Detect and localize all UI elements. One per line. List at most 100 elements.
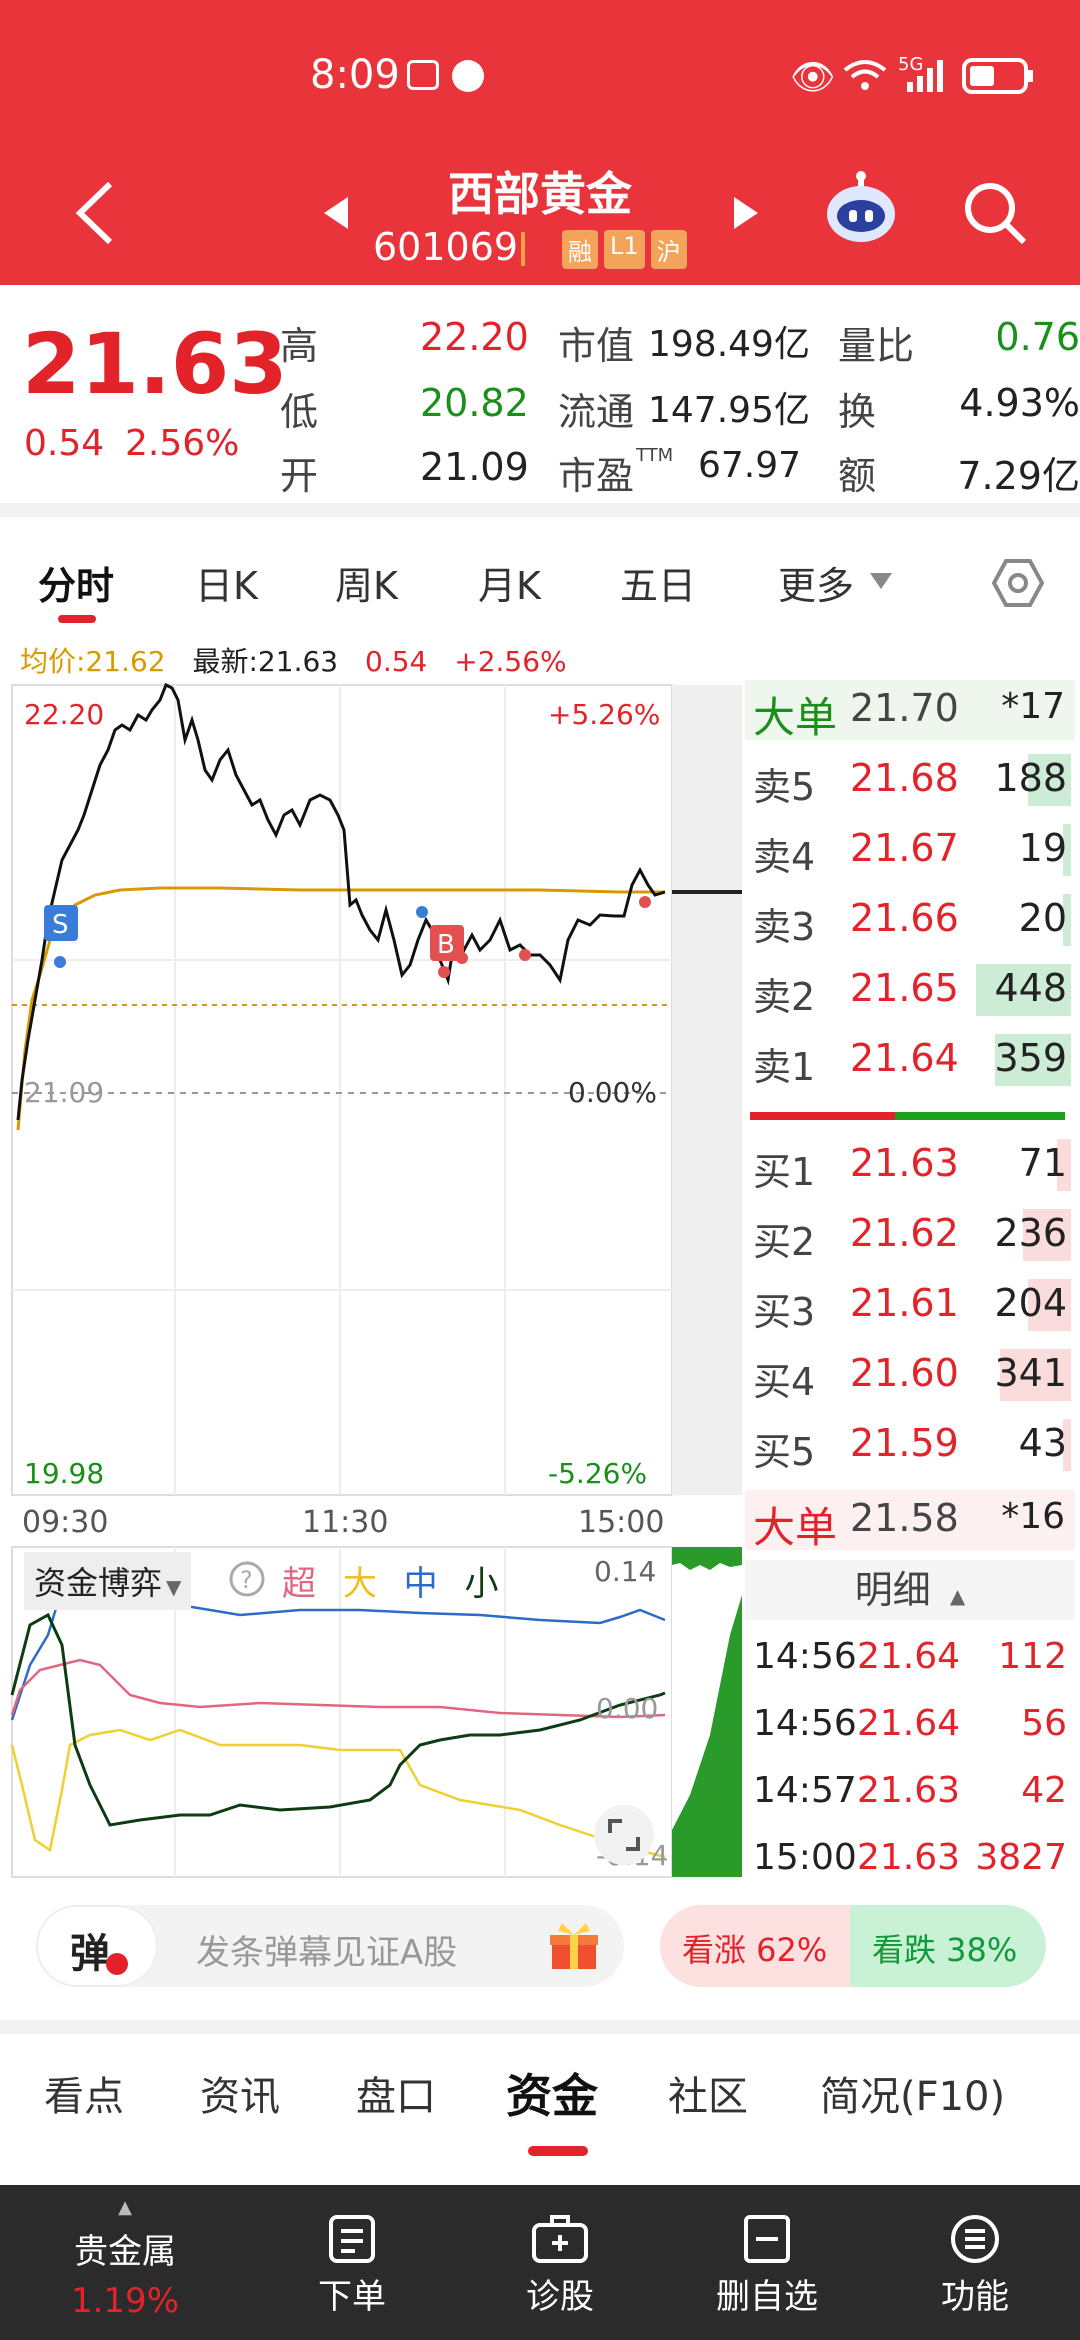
tab-f10[interactable]: 简况(F10) <box>820 2064 1005 2122</box>
pe-ttm-label: TTM <box>636 445 674 466</box>
trade-price: 21.63 <box>857 1770 961 1811</box>
order-level-row: 买3 21.61 204 <box>745 1275 1075 1335</box>
nav-diagnose[interactable]: 诊股 <box>470 2185 650 2340</box>
status-time: 8:09 <box>310 52 400 98</box>
expand-button[interactable] <box>594 1805 654 1865</box>
app-notification-icon <box>407 60 439 90</box>
level-price: 21.61 <box>850 1281 959 1325</box>
tab-five-day[interactable]: 五日 <box>620 555 696 610</box>
level-label: 卖1 <box>753 1045 816 1089</box>
legend-small: 小 <box>464 1564 499 1604</box>
order-level-row: 买1 21.63 71 <box>745 1135 1075 1195</box>
danmu-toggle[interactable]: 弹 <box>36 1905 158 1987</box>
order-level-row: 卖5 21.68 188 <box>745 750 1075 810</box>
level-label: 卖2 <box>753 975 816 1019</box>
pe-value: 67.97 <box>698 445 802 486</box>
trade-volume: 112 <box>998 1636 1067 1677</box>
level-price: 21.65 <box>850 966 959 1010</box>
level-volume: 204 <box>994 1281 1067 1325</box>
big-buy-label: 大单 <box>753 1503 838 1552</box>
wifi-icon <box>843 60 887 90</box>
tab-news[interactable]: 资讯 <box>200 2064 280 2122</box>
remove-watch-icon <box>744 2215 790 2263</box>
vote-down-button[interactable]: 看跌 38% <box>850 1905 1046 1987</box>
level-label: 买3 <box>753 1290 816 1334</box>
level-label: 卖5 <box>753 765 816 809</box>
tab-weekly[interactable]: 周K <box>335 555 398 610</box>
tab-highlights[interactable]: 看点 <box>44 2064 124 2122</box>
gift-icon[interactable] <box>548 1921 600 1973</box>
tag-margin: 融 <box>562 230 598 269</box>
y-low-label: 19.98 <box>24 1457 104 1490</box>
settings-icon[interactable] <box>992 557 1044 609</box>
trade-time: 14:56 <box>753 1703 857 1744</box>
vote-up-button[interactable]: 看涨 62% <box>660 1905 860 1987</box>
battery-icon <box>962 58 1033 94</box>
tab-indicator <box>528 2146 588 2156</box>
level-volume: 236 <box>994 1211 1067 1255</box>
nav-remove-watch[interactable]: 删自选 <box>677 2185 857 2340</box>
nav-remove-watch-label: 删自选 <box>716 2277 818 2317</box>
legend-super: 超 <box>282 1564 316 1604</box>
detail-header[interactable]: 明细 ▲ <box>745 1560 1075 1620</box>
tab-more[interactable]: 更多 <box>778 555 854 610</box>
big-sell-row: 大单 21.70 *17 <box>745 680 1075 742</box>
tab-level2[interactable]: 盘口 <box>356 2064 436 2122</box>
browser-notification-icon <box>452 60 484 92</box>
price-change: 0.54 <box>24 423 105 464</box>
tab-intraday[interactable]: 分时 <box>38 555 114 610</box>
section-gap <box>0 503 1080 517</box>
next-stock-icon[interactable] <box>732 195 762 231</box>
trade-price: 21.64 <box>857 1703 961 1744</box>
nav-functions[interactable]: 功能 <box>885 2185 1065 2340</box>
trade-row: 15:00 21.63 3827 <box>745 1831 1075 1891</box>
tab-community[interactable]: 社区 <box>668 2064 748 2122</box>
open-label: 开 <box>280 454 319 498</box>
svg-text:?: ? <box>240 1566 253 1594</box>
low-label: 低 <box>280 390 319 434</box>
level-label: 买2 <box>753 1220 816 1264</box>
level-volume: 71 <box>1018 1141 1067 1185</box>
stock-code: 601069 <box>373 225 519 269</box>
search-icon[interactable] <box>962 180 1028 246</box>
tab-funds[interactable]: 资金 <box>506 2060 598 2126</box>
content-tabs: 看点 资讯 盘口 资金 社区 简况(F10) <box>0 2020 1080 2156</box>
legend-medium: 中 <box>403 1564 438 1604</box>
order-level-row: 买2 21.62 236 <box>745 1205 1075 1265</box>
back-icon[interactable] <box>70 180 120 246</box>
level-price: 21.64 <box>850 1036 959 1080</box>
level-price: 21.68 <box>850 756 959 800</box>
fund-y-mid: 0.00 <box>596 1692 658 1725</box>
x-label-noon: 11:30 <box>302 1505 389 1540</box>
level-price: 21.66 <box>850 896 959 940</box>
fund-selector[interactable]: 资金博弈 ▼ <box>24 1552 192 1610</box>
divider <box>521 232 525 266</box>
trade-time: 15:00 <box>753 1837 857 1878</box>
tag-level: L1 <box>604 230 645 269</box>
pct-mid-label: 0.00% <box>568 1076 657 1109</box>
big-sell-price: 21.70 <box>850 686 959 730</box>
help-icon[interactable]: ? <box>228 1560 266 1598</box>
level-price: 21.67 <box>850 826 959 870</box>
intraday-chart[interactable]: S B 22.20 19.98 21.09 +5.26% -5.26% 0.00… <box>0 680 745 1500</box>
nav-functions-label: 功能 <box>941 2277 1009 2317</box>
level-volume: 19 <box>1018 826 1067 870</box>
vote-up-label: 看涨 62% <box>682 1931 828 1969</box>
nav-sector[interactable]: ▲ 贵金属 1.19% <box>35 2185 215 2340</box>
big-buy-price: 21.58 <box>850 1496 959 1540</box>
nav-order[interactable]: 下单 <box>262 2185 442 2340</box>
status-bar: 8:09 👁 5G <box>0 52 1080 112</box>
turn-value: 4.93% <box>959 381 1080 425</box>
tab-daily[interactable]: 日K <box>195 555 258 610</box>
buy-marker: B <box>437 930 455 960</box>
big-buy-count: *16 <box>1001 1496 1065 1537</box>
danmu-bar[interactable]: 弹 发条弹幕见证A股 <box>36 1905 624 1987</box>
danmu-input[interactable]: 发条弹幕见证A股 <box>196 1925 457 1974</box>
bottom-nav: ▲ 贵金属 1.19% 下单 诊股 删自选 功能 <box>0 2185 1080 2340</box>
float-label: 流通 <box>558 390 635 434</box>
trade-price: 21.64 <box>857 1636 961 1677</box>
prev-stock-icon[interactable] <box>320 195 350 231</box>
trade-price: 21.63 <box>857 1837 961 1878</box>
robot-assistant-icon[interactable] <box>822 168 900 246</box>
tab-monthly[interactable]: 月K <box>478 555 541 610</box>
